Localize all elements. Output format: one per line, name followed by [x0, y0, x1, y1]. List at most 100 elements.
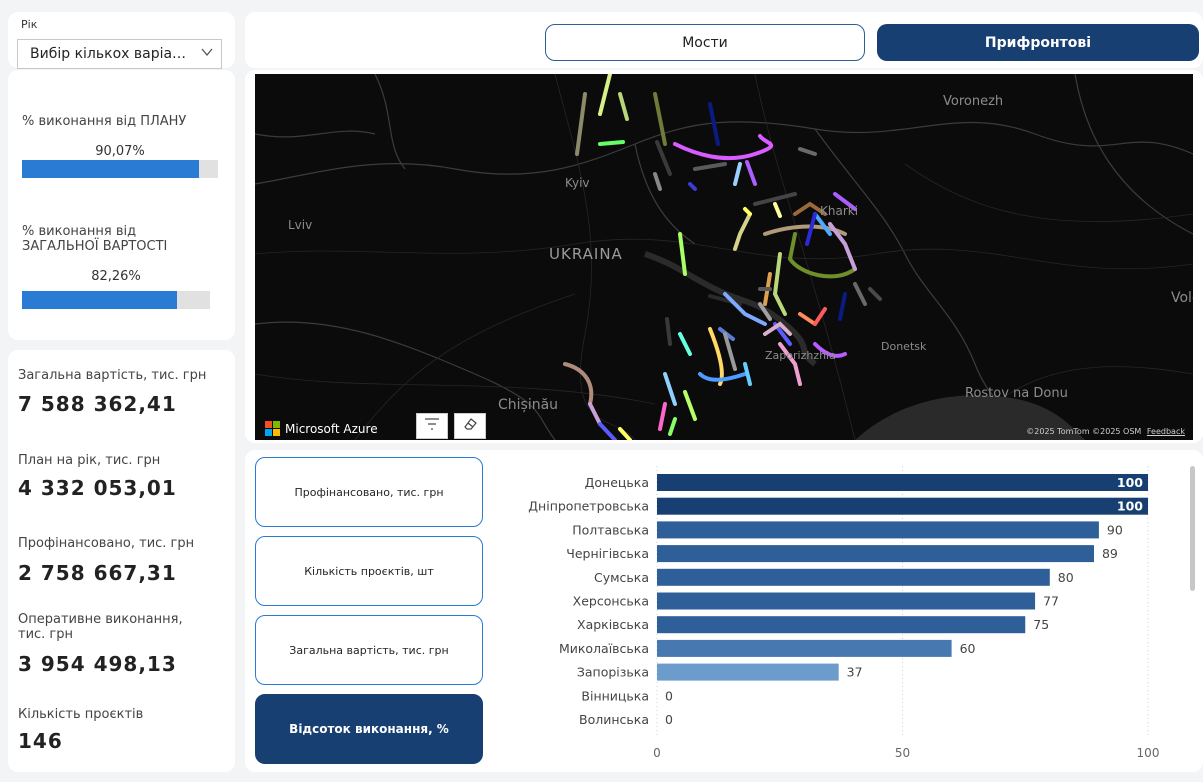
- filter-icon: [424, 417, 440, 435]
- category-label: Миколаївська: [559, 641, 649, 656]
- data-label: 0: [665, 712, 673, 727]
- filter-button[interactable]: [416, 413, 448, 439]
- total-progress-label: % виконання від ЗАГАЛЬНОЇ ВАРТОСТІ: [22, 224, 167, 254]
- plan-progress-bar: [22, 160, 218, 178]
- year-slicer-label: Рік: [21, 18, 38, 31]
- data-label: 75: [1033, 617, 1049, 632]
- kpi-financed-value: 2 758 667,31: [18, 561, 177, 585]
- total-progress-label-line: ЗАГАЛЬНОЇ ВАРТОСТІ: [22, 239, 168, 254]
- map-label-chisinau: Chișinău: [498, 397, 559, 413]
- eraser-icon: [462, 416, 478, 436]
- data-label: 0: [665, 688, 673, 703]
- map-label-zaporizhzhia: Zaporizhzhia: [765, 349, 836, 362]
- total-progress-fill: [22, 291, 177, 309]
- category-label: Донецька: [585, 475, 649, 490]
- measure-button-project-count[interactable]: Кількість проєктів, шт: [255, 536, 483, 606]
- total-progress-label-line: % виконання від: [22, 224, 137, 239]
- microsoft-azure-logo: Microsoft Azure: [265, 421, 378, 436]
- logo-square: [273, 421, 280, 428]
- year-slicer-card: Рік Вибір кількох варіа…: [8, 12, 235, 69]
- data-label: 90: [1107, 522, 1123, 537]
- data-label: 100: [1117, 475, 1143, 490]
- bottom-card: Профінансовано, тис. грн Кількість проєк…: [245, 450, 1203, 772]
- map-label-ukraina: UKRAINA: [549, 245, 623, 263]
- data-label: 100: [1117, 499, 1143, 514]
- azure-brand-text: Microsoft Azure: [285, 421, 378, 436]
- data-label: 77: [1043, 594, 1059, 609]
- kpi-operational-label: Оперативне виконання, тис. грн: [18, 612, 183, 642]
- kpi-operational-label-line: тис. грн: [18, 627, 74, 642]
- x-tick-label: 50: [895, 746, 910, 760]
- bar: [657, 568, 1050, 586]
- kpi-total-cost-label: Загальна вартість, тис. грн: [18, 368, 207, 383]
- kpi-projects-value: 146: [18, 729, 63, 753]
- bar: [657, 474, 1148, 491]
- kpi-plan-label: План на рік, тис. грн: [18, 453, 161, 468]
- logo-square: [265, 421, 272, 428]
- measure-button-financed[interactable]: Профінансовано, тис. грн: [255, 457, 483, 527]
- bar: [657, 616, 1026, 634]
- bar: [657, 639, 952, 657]
- map-label-volg: Volg: [1171, 290, 1193, 306]
- category-label: Волинська: [579, 712, 649, 727]
- category-label: Полтавська: [572, 522, 649, 537]
- chart-scrollbar[interactable]: [1190, 466, 1195, 591]
- kpi-operational-label-line: Оперативне виконання,: [18, 612, 183, 627]
- total-progress-value: 82,26%: [91, 269, 141, 284]
- tab-bridges[interactable]: Мости: [545, 24, 865, 61]
- map-attribution: ©2025 TomTom ©2025 OSM Feedback: [1026, 427, 1185, 436]
- map-label-kyiv: Kyiv: [565, 176, 590, 190]
- map-label-voronezh: Voronezh: [943, 94, 1004, 109]
- plan-progress-label: % виконання від ПЛАНУ: [22, 114, 186, 129]
- feedback-link[interactable]: Feedback: [1147, 427, 1185, 436]
- kpi-projects-label: Кількість проєктів: [18, 707, 144, 722]
- category-label: Вінницька: [581, 688, 649, 703]
- bar: [657, 521, 1099, 539]
- category-label: Чернігівська: [566, 546, 649, 561]
- measure-button-total-cost[interactable]: Загальна вартість, тис. грн: [255, 615, 483, 685]
- microsoft-logo-icon: [265, 421, 280, 436]
- data-label: 60: [960, 641, 976, 656]
- kpi-card: Загальна вартість, тис. грн 7 588 362,41…: [8, 350, 235, 772]
- x-tick-label: 100: [1137, 746, 1160, 760]
- year-dropdown-value: Вибір кількох варіа…: [30, 46, 187, 62]
- road-map[interactable]: Voronezh Kyiv Kharki Lviv UKRAINA Volg Z…: [255, 74, 1193, 440]
- category-label: Дніпропетровська: [528, 499, 649, 514]
- eraser-button[interactable]: [454, 413, 486, 439]
- chevron-down-icon: [200, 45, 214, 63]
- year-dropdown[interactable]: Вибір кількох варіа…: [17, 39, 222, 69]
- map-label-donetsk: Donetsk: [881, 340, 927, 353]
- completion-bar-chart: 0 50 100 Донецька 100 Дніпропетровська 100 Полт…: [528, 466, 1160, 760]
- kpi-financed-label: Профінансовано, тис. грн: [18, 536, 195, 551]
- bar: [657, 497, 1148, 515]
- x-tick-label: 0: [653, 746, 661, 760]
- tabs-card: Мости Прифронтові: [245, 12, 1203, 68]
- logo-square: [273, 429, 280, 436]
- category-label: Херсонська: [573, 594, 649, 609]
- bar: [657, 663, 839, 681]
- category-label: Запорізька: [577, 665, 649, 680]
- kpi-plan-value: 4 332 053,01: [18, 476, 177, 500]
- measure-button-completion-percent[interactable]: Відсоток виконання, %: [255, 694, 483, 764]
- plan-progress-fill: [22, 160, 199, 178]
- tab-frontline[interactable]: Прифронтові: [877, 24, 1199, 61]
- category-label: Сумська: [594, 570, 649, 585]
- map-card: Voronezh Kyiv Kharki Lviv UKRAINA Volg Z…: [245, 70, 1203, 443]
- logo-square: [265, 429, 272, 436]
- data-label: 37: [847, 665, 863, 680]
- data-label: 80: [1058, 570, 1074, 585]
- kpi-total-cost-value: 7 588 362,41: [18, 392, 177, 416]
- bar: [657, 545, 1094, 563]
- bar: [657, 592, 1036, 610]
- total-progress-bar: [22, 291, 210, 309]
- kpi-operational-value: 3 954 498,13: [18, 652, 177, 676]
- plan-progress-value: 90,07%: [95, 144, 145, 159]
- map-label-rostov: Rostov na Donu: [965, 386, 1068, 401]
- plan-progress-label-line: % виконання від ПЛАНУ: [22, 114, 187, 129]
- map-label-lviv: Lviv: [288, 218, 313, 232]
- attribution-text: ©2025 TomTom ©2025 OSM: [1026, 427, 1142, 436]
- progress-card: % виконання від ПЛАНУ 90,07% % виконання…: [8, 70, 235, 340]
- map-label-kharkiv: Kharki: [820, 204, 859, 218]
- category-label: Харківська: [577, 617, 649, 632]
- data-label: 89: [1102, 546, 1118, 561]
